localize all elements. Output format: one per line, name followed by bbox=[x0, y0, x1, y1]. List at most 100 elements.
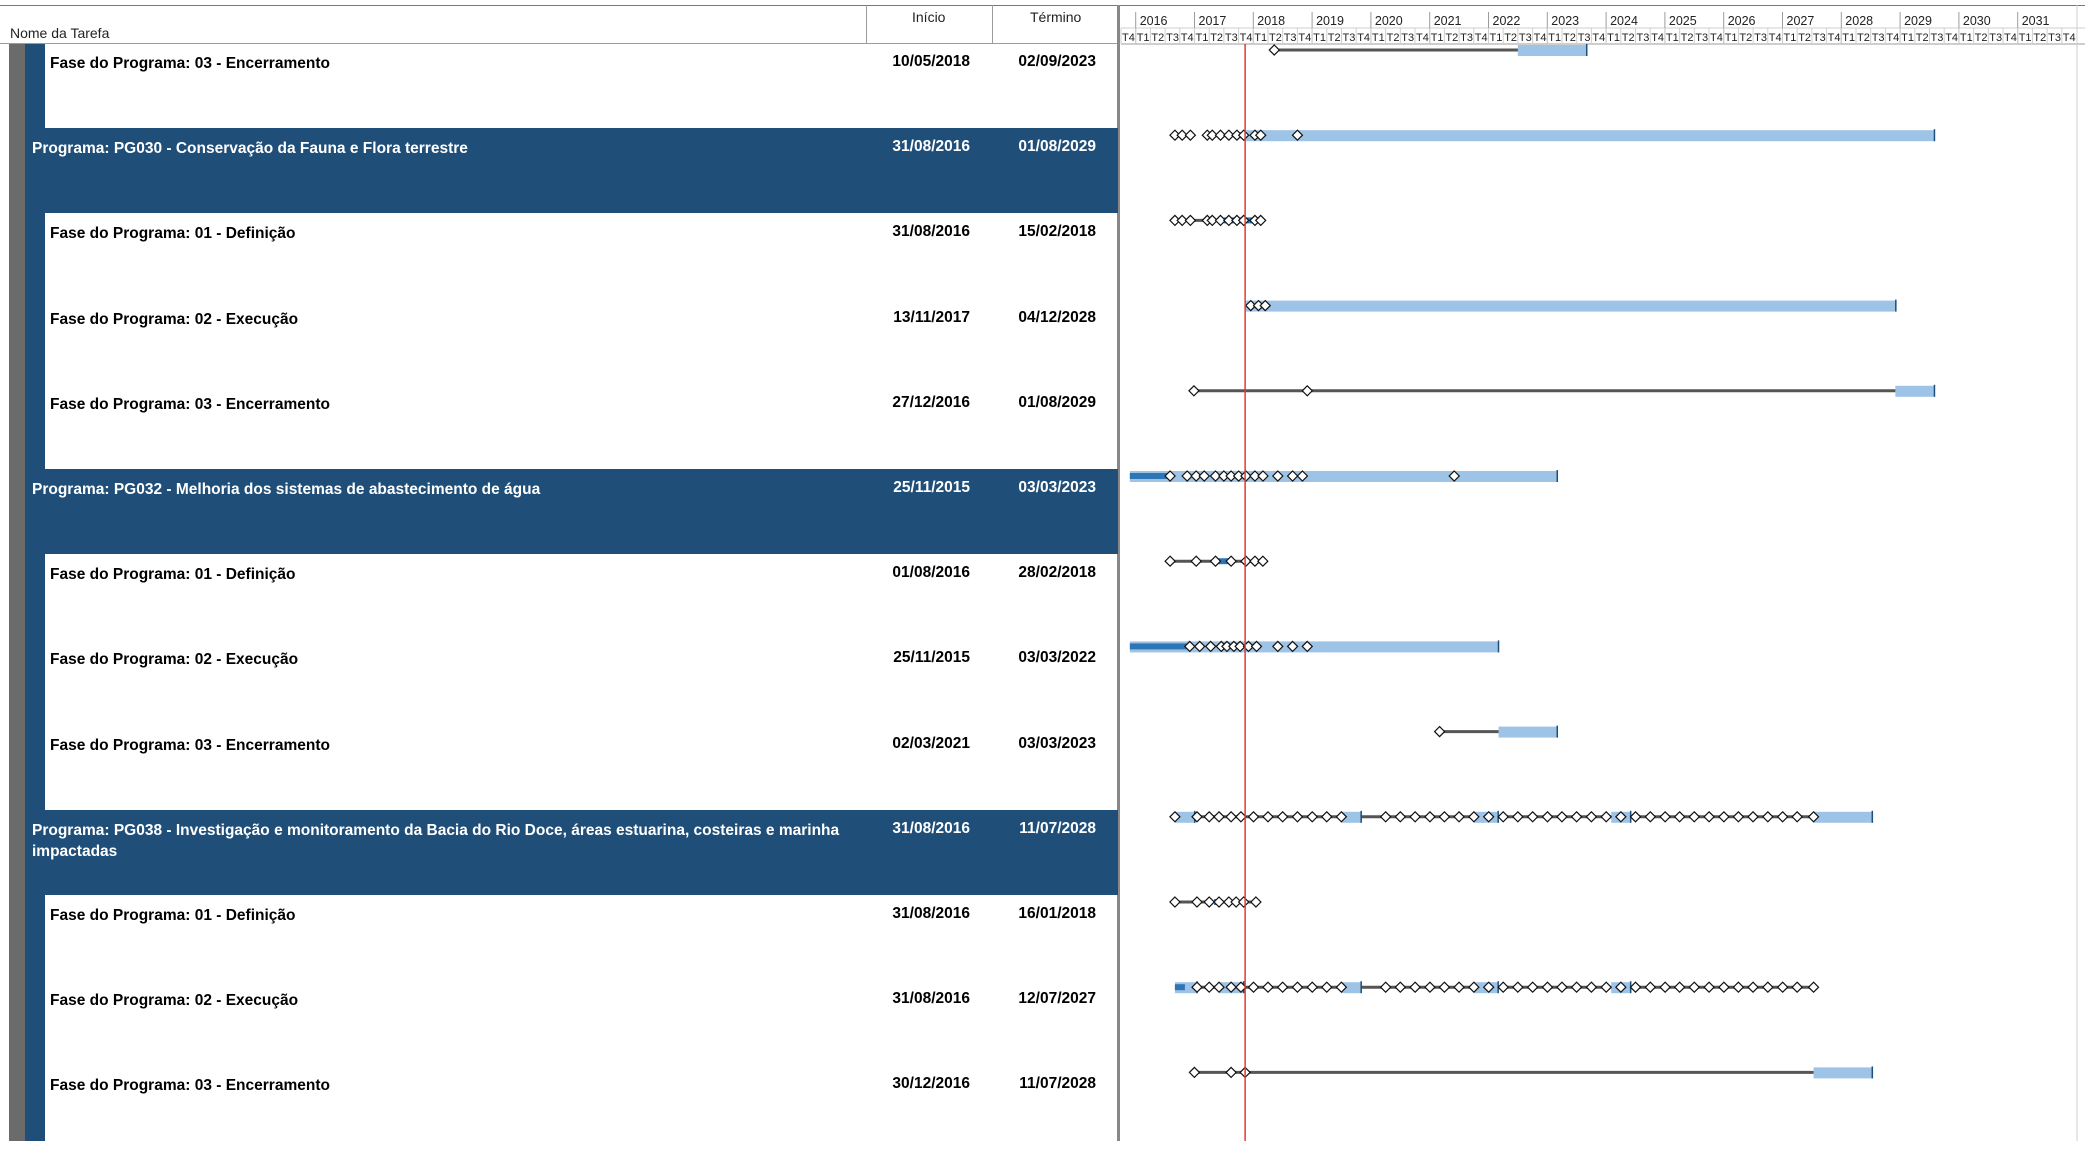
milestone-diamond bbox=[1218, 470, 1230, 482]
task-bar bbox=[1129, 471, 1558, 482]
milestone-diamond bbox=[1257, 470, 1269, 482]
milestone-diamond bbox=[1190, 555, 1203, 568]
milestone-diamond bbox=[1453, 981, 1465, 994]
phase-row[interactable]: Fase do Programa: 03 - Encerramento 27/12… bbox=[45, 384, 1118, 469]
milestone-diamond bbox=[1250, 640, 1263, 653]
quarter-label: T4 bbox=[1181, 32, 1194, 44]
milestone-diamond bbox=[1718, 810, 1730, 823]
task-end-date: 01/08/2029 bbox=[1018, 393, 1096, 411]
phase-row[interactable]: Fase do Programa: 01 - Definição 31/08/20… bbox=[45, 213, 1118, 298]
milestone-diamond bbox=[1169, 896, 1181, 908]
milestone-diamond bbox=[1225, 1066, 1237, 1079]
column-header-end[interactable]: Término bbox=[1030, 9, 1081, 25]
milestone-diamond bbox=[1254, 129, 1267, 142]
year-label: 2017 bbox=[1199, 14, 1227, 28]
quarter-label: T4 bbox=[1122, 32, 1135, 44]
milestone-diamond bbox=[1335, 810, 1348, 823]
task-end-date: 03/03/2023 bbox=[1018, 479, 1096, 496]
task-name: Fase do Programa: 02 - Execução bbox=[50, 992, 299, 1010]
year-label: 2028 bbox=[1845, 14, 1873, 28]
column-divider-end bbox=[992, 5, 993, 43]
task-start-date: 31/08/2016 bbox=[892, 990, 970, 1008]
quarter-label: T2 bbox=[1739, 32, 1752, 44]
milestone-diamond bbox=[1239, 1066, 1251, 1079]
quarter-label: T3 bbox=[1401, 32, 1414, 44]
program-row[interactable]: Programa: PG032 - Melhoria dos sistemas … bbox=[25, 469, 1118, 554]
milestone-diamond bbox=[1379, 810, 1392, 823]
year-label: 2027 bbox=[1787, 14, 1815, 28]
progress-bar bbox=[1174, 984, 1185, 991]
quarter-label: T1 bbox=[1490, 32, 1503, 44]
program-row[interactable]: Programa: PG038 - Investigação e monitor… bbox=[25, 809, 1118, 895]
task-bar bbox=[1245, 300, 1896, 312]
phase-row[interactable]: Fase do Programa: 03 - Encerramento 30/12… bbox=[45, 1065, 1118, 1150]
phase-row[interactable]: Fase do Programa: 02 - Execução 13/11/201… bbox=[45, 299, 1118, 384]
progress-bar bbox=[1214, 558, 1229, 565]
milestone-diamond bbox=[1468, 810, 1480, 823]
milestone-diamond bbox=[1306, 981, 1319, 994]
phase-row[interactable]: Fase do Programa: 02 - Execução 25/11/201… bbox=[45, 639, 1118, 724]
milestone-diamond bbox=[1703, 981, 1715, 994]
quarter-label: T3 bbox=[2048, 32, 2061, 44]
quarter-label: T2 bbox=[1563, 32, 1576, 44]
milestone-diamond bbox=[1306, 810, 1319, 823]
quarter-label: T2 bbox=[1387, 32, 1400, 44]
phase-row[interactable]: Fase do Programa: 02 - Execução 31/08/201… bbox=[45, 980, 1118, 1065]
phase-row[interactable]: Fase do Programa: 01 - Definição 01/08/20… bbox=[45, 554, 1118, 639]
milestone-diamond bbox=[1225, 981, 1237, 994]
milestone-diamond bbox=[1249, 555, 1261, 568]
quarter-label: T2 bbox=[1975, 32, 1988, 44]
milestone-diamond bbox=[1213, 896, 1225, 908]
milestone-diamond bbox=[1424, 810, 1436, 823]
milestone-diamond bbox=[1223, 129, 1235, 142]
quarter-label: T2 bbox=[1681, 32, 1694, 44]
quarter-label: T2 bbox=[1622, 32, 1635, 44]
task-bar bbox=[1813, 811, 1873, 823]
quarter-label: T2 bbox=[1504, 32, 1517, 44]
milestone-diamond bbox=[1286, 470, 1299, 482]
milestone-diamond bbox=[1291, 981, 1304, 994]
quarter-label: T4 bbox=[1475, 32, 1488, 44]
milestone-diamond bbox=[1262, 810, 1274, 823]
milestone-diamond bbox=[1237, 896, 1250, 908]
program-row[interactable]: Programa: PG030 - Conservação da Fauna e… bbox=[25, 128, 1118, 214]
milestone-diamond bbox=[1453, 810, 1465, 823]
milestone-diamond bbox=[1209, 470, 1222, 482]
milestone-diamond bbox=[1215, 640, 1228, 653]
milestone-diamond bbox=[1203, 896, 1216, 908]
milestone-diamond bbox=[1203, 981, 1216, 994]
progress-bar bbox=[1238, 132, 1246, 139]
phase-row[interactable]: Fase do Programa: 03 - Encerramento 10/05… bbox=[45, 43, 1118, 128]
quarter-label: T4 bbox=[1416, 32, 1429, 44]
quarter-label: T3 bbox=[1931, 32, 1944, 44]
milestone-diamond bbox=[1511, 981, 1524, 994]
milestone-diamond bbox=[1761, 810, 1774, 823]
milestone-diamond bbox=[1262, 981, 1274, 994]
task-name: Programa: PG038 - Investigação e monitor… bbox=[32, 821, 840, 860]
milestone-diamond bbox=[1237, 214, 1250, 227]
phase-row[interactable]: Fase do Programa: 01 - Definição 31/08/20… bbox=[45, 895, 1118, 980]
quarter-label: T4 bbox=[1592, 32, 1605, 44]
milestone-diamond bbox=[1526, 981, 1539, 994]
column-header-start[interactable]: Início bbox=[912, 9, 945, 25]
milestone-diamond bbox=[1276, 981, 1289, 994]
milestone-diamond bbox=[1615, 810, 1627, 823]
milestone-diamond bbox=[1204, 640, 1217, 653]
phase-row[interactable]: Fase do Programa: 03 - Encerramento 02/03… bbox=[45, 725, 1118, 810]
milestone-diamond bbox=[1254, 214, 1267, 227]
quarter-label: T1 bbox=[1313, 32, 1326, 44]
progress-bar bbox=[1129, 643, 1190, 650]
milestone-diamond bbox=[1335, 981, 1348, 994]
quarter-label: T1 bbox=[1960, 32, 1973, 44]
milestone-diamond bbox=[1747, 981, 1759, 994]
milestone-diamond bbox=[1190, 470, 1203, 482]
column-header-name[interactable]: Nome da Tarefa bbox=[10, 25, 109, 41]
milestone-diamond bbox=[1644, 810, 1657, 823]
milestone-diamond bbox=[1256, 555, 1269, 568]
progress-bar bbox=[1223, 217, 1261, 224]
quarter-label: T1 bbox=[1784, 32, 1797, 44]
milestone-diamond bbox=[1198, 470, 1211, 482]
milestone-diamond bbox=[1249, 214, 1261, 227]
task-end-date: 11/07/2028 bbox=[1019, 1075, 1096, 1093]
task-bar bbox=[1813, 1067, 1873, 1079]
